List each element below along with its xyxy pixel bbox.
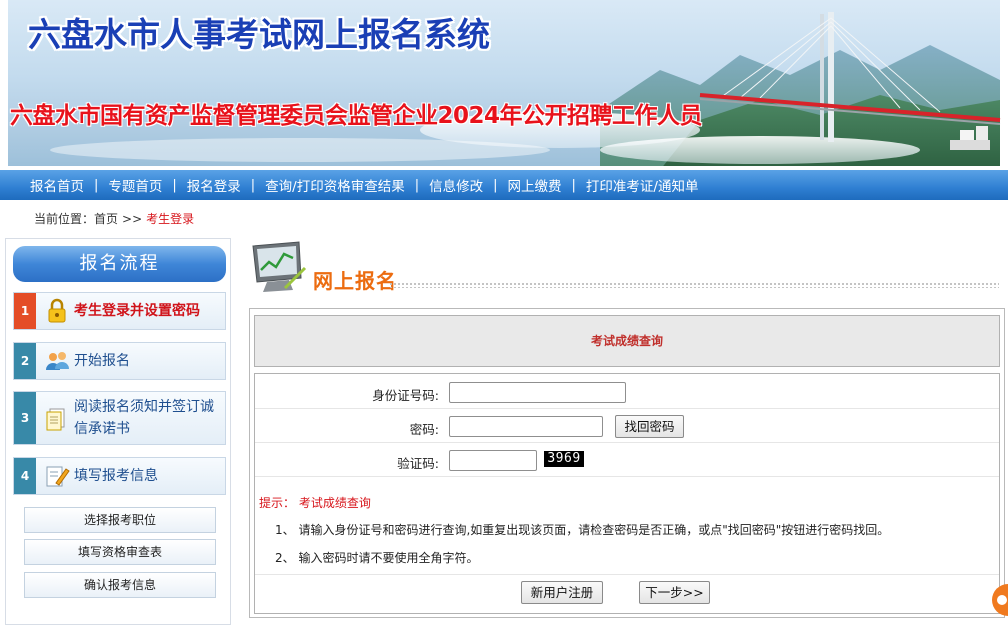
exam-subtitle: 六盘水市国有资产监督管理委员会监管企业2024年公开招聘工作人员 xyxy=(10,103,703,129)
users-icon xyxy=(46,352,69,370)
breadcrumb-prefix: 当前位置： xyxy=(34,212,95,226)
nav-separator: | xyxy=(571,177,576,193)
sidebar-subitem-select-position[interactable]: 选择报考职位 xyxy=(24,507,216,533)
sidebar-step-start-registration[interactable]: 2 开始报名 xyxy=(13,342,226,380)
tips-title: 提示： 考试成绩查询 xyxy=(259,496,371,510)
action-row: 新用户注册 下一步>> xyxy=(255,574,999,614)
login-panel: 考试成绩查询 身份证号码: 密码: 找回密码 验证码: 3969 提示： 考试成… xyxy=(249,308,1005,618)
lock-icon xyxy=(48,298,66,323)
query-title: 考试成绩查询 xyxy=(254,315,1000,367)
main-heading-title: 网上报名 xyxy=(313,269,397,293)
nav-separator: | xyxy=(493,177,498,193)
documents-icon xyxy=(46,408,65,431)
sidebar-step-fill-info[interactable]: 4 填写报考信息 xyxy=(13,457,226,495)
captcha-label: 验证码: xyxy=(397,456,439,471)
nav-separator: | xyxy=(250,177,256,193)
breadcrumb-arrow: >> xyxy=(122,212,143,226)
step-label: 阅读报名须知并签订诚信承诺书 xyxy=(74,399,214,437)
edit-icon xyxy=(46,466,70,487)
id-number-input[interactable] xyxy=(449,382,626,403)
captcha-row: 验证码: 3969 xyxy=(255,444,999,477)
nav-item-edit-info[interactable]: 信息修改 xyxy=(429,175,483,195)
captcha-image[interactable]: 3969 xyxy=(544,451,584,467)
nav-item-topic-home[interactable]: 专题首页 xyxy=(108,175,162,195)
breadcrumb-home-link[interactable]: 首页 xyxy=(94,212,118,226)
sidebar-subitem-confirm-info[interactable]: 确认报考信息 xyxy=(24,572,216,598)
password-label: 密码: xyxy=(409,422,439,437)
find-password-button[interactable]: 找回密码 xyxy=(615,415,684,438)
step-number: 2 xyxy=(14,343,36,379)
password-input[interactable] xyxy=(449,416,603,437)
breadcrumb: 当前位置：首页 >> 考生登录 xyxy=(34,210,194,227)
sidebar-step-read-notice[interactable]: 3 阅读报名须知并签订诚信承诺书 xyxy=(13,391,226,445)
sidebar-subitem-qualification-form[interactable]: 填写资格审查表 xyxy=(24,539,216,565)
nav-item-login[interactable]: 报名登录 xyxy=(187,175,241,195)
nav-separator: | xyxy=(414,177,420,193)
nav-item-print-admission[interactable]: 打印准考证/通知单 xyxy=(586,175,699,195)
tip-line-2: 2、 输入密码时请不要使用全角字符。 xyxy=(275,551,479,565)
nav-separator: | xyxy=(94,177,99,193)
floating-chat-icon[interactable] xyxy=(990,580,1008,620)
step-number: 3 xyxy=(14,392,36,444)
nav-item-payment[interactable]: 网上缴费 xyxy=(508,175,562,195)
login-form: 身份证号码: 密码: 找回密码 验证码: 3969 提示： 考试成绩查询 1、 … xyxy=(254,373,1000,614)
step-label: 填写报考信息 xyxy=(74,468,158,484)
monitor-chart-icon xyxy=(252,241,307,292)
heading-dotted-line xyxy=(389,282,999,288)
tip-line-1: 1、 请输入身份证号和密码进行查询,如重复出现该页面，请检查密码是否正确，或点"… xyxy=(275,523,890,537)
step-number: 1 xyxy=(14,293,36,329)
captcha-input[interactable] xyxy=(449,450,537,471)
sidebar-step-login[interactable]: 1 考生登录并设置密码 xyxy=(13,292,226,330)
step-label: 考生登录并设置密码 xyxy=(74,303,200,319)
top-navigation: 报名首页 | 专题首页 | 报名登录 | 查询/打印资格审查结果 | 信息修改 … xyxy=(0,170,1008,200)
breadcrumb-current: 考生登录 xyxy=(146,212,195,226)
step-label: 开始报名 xyxy=(74,353,130,369)
nav-item-home[interactable]: 报名首页 xyxy=(30,175,84,195)
process-sidebar: 报名流程 1 考生登录并设置密码 2 开始报名 3 阅读报名须知并签订诚信承诺书 xyxy=(5,238,231,625)
next-step-button[interactable]: 下一步>> xyxy=(639,581,710,604)
main-heading-bar: 网上报名 xyxy=(249,238,999,298)
sidebar-title: 报名流程 xyxy=(13,246,226,282)
nav-separator: | xyxy=(172,177,177,193)
step-number: 4 xyxy=(14,458,36,494)
id-number-label: 身份证号码: xyxy=(372,388,439,403)
register-button[interactable]: 新用户注册 xyxy=(521,581,603,604)
id-number-row: 身份证号码: xyxy=(255,376,999,409)
password-row: 密码: 找回密码 xyxy=(255,410,999,443)
site-title: 六盘水市人事考试网上报名系统 xyxy=(28,15,490,54)
header-banner: 六盘水市人事考试网上报名系统 六盘水市国有资产监督管理委员会监管企业2024年公… xyxy=(0,0,1008,170)
main-content: 网上报名 考试成绩查询 身份证号码: 密码: 找回密码 验证码: 3969 提示… xyxy=(237,238,1008,625)
nav-item-review-results[interactable]: 查询/打印资格审查结果 xyxy=(265,175,405,195)
